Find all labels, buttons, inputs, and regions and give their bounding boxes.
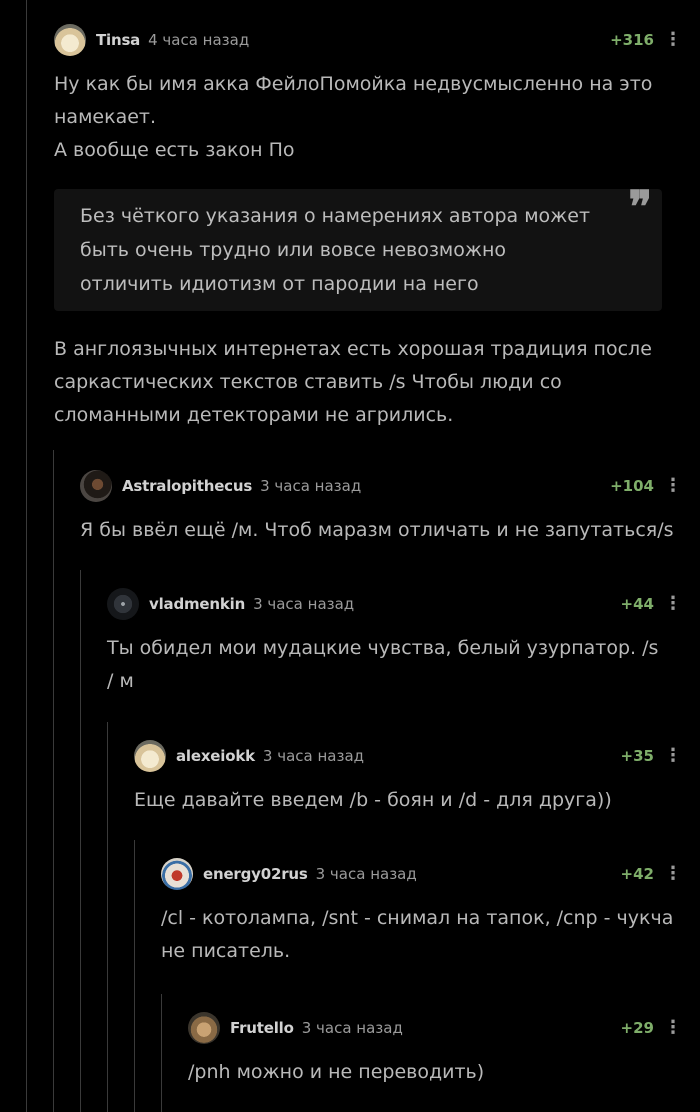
user-avatar[interactable] xyxy=(54,24,86,56)
comment: alexeiokk 3 часа назад +35 ⋮ Еще давайте… xyxy=(134,738,700,817)
author-name[interactable]: alexeiokk xyxy=(176,747,255,765)
comment-time[interactable]: 4 часа назад xyxy=(148,31,249,49)
comment-rating[interactable]: +104 xyxy=(610,477,654,495)
more-options-icon[interactable]: ⋮ xyxy=(664,595,682,613)
comment-paragraph: В англоязычных интернетах есть хорошая т… xyxy=(54,338,652,426)
thread-line[interactable] xyxy=(80,570,81,1112)
user-avatar[interactable] xyxy=(161,858,193,890)
comment: Tinsa 4 часа назад +316 ⋮ Ну как бы имя … xyxy=(54,22,700,432)
comment-body: /cl - котолампа, /snt - снимал на тапок,… xyxy=(161,902,700,968)
more-options-icon[interactable]: ⋮ xyxy=(664,747,682,765)
thread-line[interactable] xyxy=(26,0,27,1112)
comment-thread: Tinsa 4 часа назад +316 ⋮ Ну как бы имя … xyxy=(0,0,700,1112)
comment: energy02rus 3 часа назад +42 ⋮ /cl - кот… xyxy=(161,856,700,968)
thread-line[interactable] xyxy=(53,450,54,1112)
author-name[interactable]: vladmenkin xyxy=(149,595,245,613)
comment-time[interactable]: 3 часа назад xyxy=(260,477,361,495)
author-name[interactable]: Tinsa xyxy=(96,31,140,49)
comment: vladmenkin 3 часа назад +44 ⋮ Ты обидел … xyxy=(107,586,700,698)
author-name[interactable]: Frutello xyxy=(230,1019,294,1037)
comment-header: Astralopithecus 3 часа назад +104 ⋮ xyxy=(80,468,700,504)
comment-header: Frutello 3 часа назад +29 ⋮ xyxy=(188,1010,700,1046)
comment-time[interactable]: 3 часа назад xyxy=(302,1019,403,1037)
comment-rating[interactable]: +316 xyxy=(610,31,654,49)
comment-header: Tinsa 4 часа назад +316 ⋮ xyxy=(54,22,700,58)
comment-paragraph: А вообще есть закон По xyxy=(54,139,295,161)
comment-body: Ну как бы имя акка ФейлоПомойка недвусмы… xyxy=(54,68,700,432)
comment-body: Я бы ввёл ещё /м. Чтоб маразм отличать и… xyxy=(80,514,700,547)
comment: Astralopithecus 3 часа назад +104 ⋮ Я бы… xyxy=(80,468,700,547)
comment-paragraph: Я бы ввёл ещё /м. Чтоб маразм отличать и… xyxy=(80,519,674,541)
thread-line[interactable] xyxy=(161,994,162,1112)
comment-time[interactable]: 3 часа назад xyxy=(316,865,417,883)
comment-header: energy02rus 3 часа назад +42 ⋮ xyxy=(161,856,700,892)
comment-rating[interactable]: +42 xyxy=(621,865,654,883)
quote-icon: ❞ xyxy=(628,182,652,233)
author-name[interactable]: energy02rus xyxy=(203,865,308,883)
comment-paragraph: /pnh можно и не переводить) xyxy=(188,1061,485,1083)
author-name[interactable]: Astralopithecus xyxy=(122,477,252,495)
more-options-icon[interactable]: ⋮ xyxy=(664,1019,682,1037)
comment-rating[interactable]: +29 xyxy=(621,1019,654,1037)
comment-rating[interactable]: +35 xyxy=(621,747,654,765)
user-avatar[interactable] xyxy=(80,470,112,502)
comment-paragraph: Ты обидел мои мудацкие чувства, белый уз… xyxy=(107,637,659,692)
comment-paragraph: Еще давайте введем /b - боян и /d - для … xyxy=(134,789,612,811)
user-avatar[interactable] xyxy=(134,740,166,772)
user-avatar[interactable] xyxy=(188,1012,220,1044)
comment-body: Ты обидел мои мудацкие чувства, белый уз… xyxy=(107,632,700,698)
comment-body: /pnh можно и не переводить) xyxy=(188,1056,700,1089)
more-options-icon[interactable]: ⋮ xyxy=(664,865,682,883)
thread-line[interactable] xyxy=(134,840,135,1112)
comment-paragraph: Ну как бы имя акка ФейлоПомойка недвусмы… xyxy=(54,73,653,128)
comment-body: Еще давайте введем /b - боян и /d - для … xyxy=(134,784,700,817)
comment-header: vladmenkin 3 часа назад +44 ⋮ xyxy=(107,586,700,622)
more-options-icon[interactable]: ⋮ xyxy=(664,477,682,495)
comment-time[interactable]: 3 часа назад xyxy=(253,595,354,613)
comment-rating[interactable]: +44 xyxy=(621,595,654,613)
quote-text: Без чёткого указания о намерениях автора… xyxy=(80,205,591,295)
comment-paragraph: /cl - котолампа, /snt - снимал на тапок,… xyxy=(161,907,674,962)
thread-line[interactable] xyxy=(107,722,108,1112)
comment-header: alexeiokk 3 часа назад +35 ⋮ xyxy=(134,738,700,774)
quote-block: ❞ Без чёткого указания о намерениях авто… xyxy=(54,182,662,311)
more-options-icon[interactable]: ⋮ xyxy=(664,31,682,49)
comment: Frutello 3 часа назад +29 ⋮ /pnh можно и… xyxy=(188,1010,700,1089)
comment-time[interactable]: 3 часа назад xyxy=(263,747,364,765)
user-avatar[interactable] xyxy=(107,588,139,620)
